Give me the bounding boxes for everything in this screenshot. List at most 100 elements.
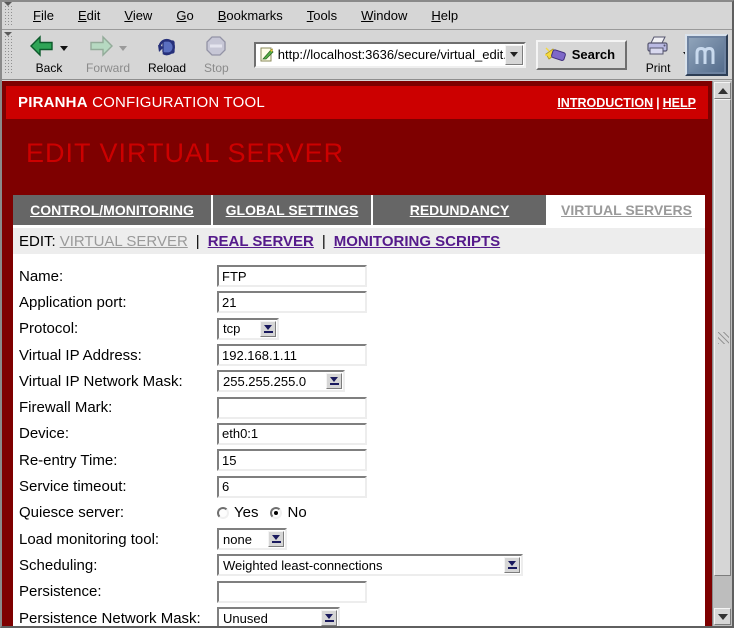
back-arrow-icon: [30, 35, 54, 62]
tab-global-settings[interactable]: GLOBAL SETTINGS: [213, 195, 371, 225]
page-title: EDIT VIRTUAL SERVER: [26, 138, 344, 169]
persistence-netmask-select[interactable]: Unused: [217, 607, 340, 626]
persistence-input[interactable]: [217, 581, 367, 603]
real-server-link[interactable]: REAL SERVER: [208, 233, 314, 250]
field-label: Load monitoring tool:: [19, 531, 217, 548]
field-label: Device:: [19, 425, 217, 442]
form-row-device: Device:: [13, 421, 705, 447]
reentry-time-input[interactable]: [217, 449, 367, 471]
toolbar-grippy[interactable]: [4, 35, 13, 75]
menu-file[interactable]: File: [21, 4, 66, 27]
tab-control-monitoring[interactable]: CONTROL/MONITORING: [13, 195, 211, 225]
field-label: Firewall Mark:: [19, 399, 217, 416]
form-row-load-monitoring: Load monitoring tool: none: [13, 526, 705, 552]
form-row-service-timeout: Service timeout:: [13, 473, 705, 499]
form-row-reentry-time: Re-entry Time:: [13, 447, 705, 473]
firewall-mark-input[interactable]: [217, 397, 367, 419]
reload-button[interactable]: Reload: [144, 34, 190, 75]
print-icon: [645, 35, 671, 62]
name-input[interactable]: [217, 265, 367, 287]
subnav-separator: |: [322, 233, 326, 250]
quiesce-yes-radio[interactable]: Yes: [217, 504, 258, 521]
url-input[interactable]: http://localhost:3636/secure/virtual_edi…: [278, 47, 505, 62]
select-value: Unused: [219, 611, 321, 626]
tab-redundancy[interactable]: REDUNDANCY: [373, 195, 546, 225]
tab-virtual-servers[interactable]: VIRTUAL SERVERS: [548, 195, 705, 225]
vertical-scrollbar[interactable]: [712, 81, 732, 626]
radio-selected-icon: [270, 507, 282, 519]
application-port-input[interactable]: [217, 291, 367, 313]
menu-bar: File Edit View Go Bookmarks Tools Window…: [2, 2, 732, 30]
search-button[interactable]: Search: [536, 40, 627, 70]
menu-edit[interactable]: Edit: [66, 4, 112, 27]
field-label: Persistence Network Mask:: [19, 610, 217, 627]
menu-help[interactable]: Help: [419, 4, 470, 27]
toolbar-grippy[interactable]: [4, 5, 13, 27]
form-row-persistence-netmask: Persistence Network Mask: Unused: [13, 605, 705, 626]
service-timeout-input[interactable]: [217, 476, 367, 498]
menu-go[interactable]: Go: [164, 4, 205, 27]
field-label: Virtual IP Address:: [19, 347, 217, 364]
introduction-link[interactable]: INTRODUCTION: [557, 96, 653, 110]
select-value: tcp: [219, 321, 260, 336]
form-row-firewall-mark: Firewall Mark:: [13, 394, 705, 420]
browser-window: File Edit View Go Bookmarks Tools Window…: [0, 0, 734, 628]
form-row-virtual-ip: Virtual IP Address:: [13, 342, 705, 368]
edit-subnav: EDIT: VIRTUAL SERVER | REAL SERVER | MON…: [13, 228, 705, 254]
load-monitoring-select[interactable]: none: [217, 528, 287, 550]
form-row-virtual-ip-netmask: Virtual IP Network Mask: 255.255.255.0: [13, 368, 705, 394]
form-row-scheduling: Scheduling: Weighted least-connections: [13, 552, 705, 578]
virtual-ip-input[interactable]: [217, 344, 367, 366]
tab-bar: CONTROL/MONITORING GLOBAL SETTINGS REDUN…: [13, 195, 705, 225]
header-link-separator: |: [653, 96, 663, 110]
field-label: Protocol:: [19, 320, 217, 337]
navigation-toolbar: Back Forward: [2, 30, 732, 80]
field-label: Virtual IP Network Mask:: [19, 373, 217, 390]
virtual-ip-netmask-select[interactable]: 255.255.255.0: [217, 370, 345, 392]
url-page-icon: [260, 47, 274, 62]
url-bar[interactable]: http://localhost:3636/secure/virtual_edi…: [254, 42, 526, 68]
form-row-persistence: Persistence:: [13, 579, 705, 605]
subnav-separator: |: [196, 233, 200, 250]
back-dropdown-icon[interactable]: [60, 46, 68, 51]
piranha-header-bar: PIRANHA CONFIGURATION TOOL INTRODUCTION|…: [6, 86, 708, 119]
monitoring-scripts-link[interactable]: MONITORING SCRIPTS: [334, 233, 500, 250]
select-value: none: [219, 532, 268, 547]
url-history-dropdown-icon[interactable]: [505, 45, 523, 65]
subnav-current-virtual-server: VIRTUAL SERVER: [60, 233, 188, 250]
select-value: 255.255.255.0: [219, 374, 326, 389]
app-brand: PIRANHA CONFIGURATION TOOL: [18, 94, 265, 111]
search-button-label: Search: [572, 47, 615, 62]
scroll-down-icon[interactable]: [714, 608, 731, 625]
scheduling-select[interactable]: Weighted least-connections: [217, 554, 523, 576]
scrollbar-thumb[interactable]: [714, 99, 731, 576]
menu-window[interactable]: Window: [349, 4, 419, 27]
back-button[interactable]: Back: [26, 34, 72, 75]
field-label: Scheduling:: [19, 557, 217, 574]
scroll-up-icon[interactable]: [714, 82, 731, 99]
stop-button: Stop: [200, 34, 233, 75]
field-label: Re-entry Time:: [19, 452, 217, 469]
field-label: Application port:: [19, 294, 217, 311]
menu-view[interactable]: View: [112, 4, 164, 27]
stop-icon: [206, 35, 226, 62]
quiesce-no-radio[interactable]: No: [270, 504, 306, 521]
mozilla-m-icon: [694, 44, 720, 66]
dropdown-arrow-icon: [326, 373, 342, 389]
device-input[interactable]: [217, 423, 367, 445]
help-link[interactable]: HELP: [663, 96, 696, 110]
dropdown-arrow-icon: [504, 557, 520, 573]
subnav-prefix: EDIT:: [19, 233, 56, 250]
virtual-server-form: Name: Application port: Protocol: tcp Vi…: [13, 254, 705, 626]
menu-bookmarks[interactable]: Bookmarks: [206, 4, 295, 27]
field-label: Service timeout:: [19, 478, 217, 495]
forward-button[interactable]: Forward: [82, 34, 134, 75]
protocol-select[interactable]: tcp: [217, 318, 279, 340]
mozilla-logo[interactable]: [685, 34, 728, 76]
menu-tools[interactable]: Tools: [295, 4, 349, 27]
dropdown-arrow-icon: [321, 610, 337, 626]
main-panel: CONTROL/MONITORING GLOBAL SETTINGS REDUN…: [13, 195, 705, 626]
forward-arrow-icon: [89, 35, 113, 62]
field-label: Name:: [19, 268, 217, 285]
print-button[interactable]: Print: [641, 34, 675, 75]
